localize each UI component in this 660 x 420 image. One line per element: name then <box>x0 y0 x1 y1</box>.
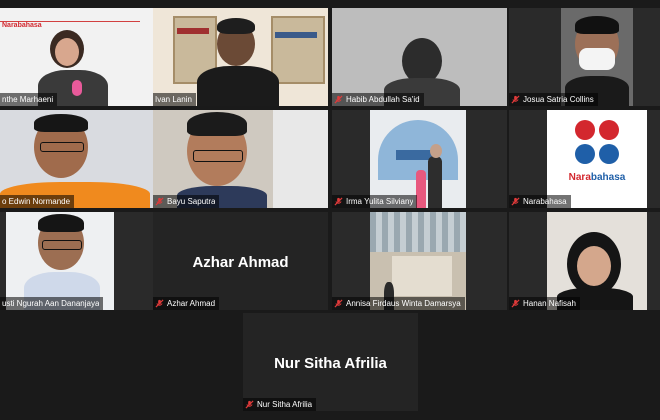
participant-video <box>0 212 175 310</box>
participant-tile-hanan-nafisah[interactable]: Hanan Nafisah <box>509 212 660 310</box>
mic-muted-icon <box>155 197 164 206</box>
participant-nameplate: o Edwin Normande <box>0 195 75 208</box>
participant-name: o Edwin Normande <box>2 197 71 206</box>
participant-nameplate: Ivan Lanin <box>153 93 196 106</box>
participant-video <box>0 110 175 208</box>
participant-video <box>332 8 507 106</box>
participant-video <box>332 212 507 310</box>
participant-video <box>509 8 660 106</box>
mic-muted-icon <box>245 400 254 409</box>
participant-name: Annisa Firdaus Winta Damarsya <box>346 299 461 308</box>
participant-nameplate: Josua Satria Collins <box>509 93 598 106</box>
participant-name: usti Ngurah Aan Dananjaya <box>2 299 100 308</box>
mic-muted-icon <box>334 299 343 308</box>
participant-name: Irma Yulita Silviany <box>346 197 414 206</box>
participant-nameplate: nthe Marhaeni <box>0 93 58 106</box>
participant-tile-narabahasa[interactable]: Narabahasa Narabahasa <box>509 110 660 208</box>
participant-video: Narabahasa <box>509 110 660 208</box>
participant-name: nthe Marhaeni <box>2 95 54 104</box>
participant-name: Hanan Nafisah <box>523 299 576 308</box>
video-off-name: Azhar Ahmad <box>192 254 289 271</box>
participant-nameplate: usti Ngurah Aan Dananjaya <box>0 297 104 310</box>
participant-tile-josua-satria-collins[interactable]: Josua Satria Collins <box>509 8 660 106</box>
participant-video <box>509 212 660 310</box>
mic-muted-icon <box>155 299 164 308</box>
participant-nameplate: Azhar Ahmad <box>153 297 220 310</box>
video-off-name: Nur Sitha Afrilia <box>274 355 387 372</box>
participant-tile-annisa-firdaus[interactable]: Annisa Firdaus Winta Damarsya <box>332 212 507 310</box>
participant-video: Narabahasa <box>0 8 175 106</box>
mic-muted-icon <box>334 95 343 104</box>
participant-tile-bayu-saputra[interactable]: Bayu Saputra <box>153 110 328 208</box>
participant-nameplate: Irma Yulita Silviany <box>332 195 418 208</box>
participant-name: Habib Abdullah Sa'id <box>346 95 420 104</box>
mic-muted-icon <box>334 197 343 206</box>
participant-video <box>332 110 507 208</box>
narabahasa-banner-text: Narabahasa <box>2 22 42 29</box>
mic-muted-icon <box>511 95 520 104</box>
participant-tile-nur-sitha-afrilia[interactable]: Nur Sitha Afrilia Nur Sitha Afrilia <box>243 313 418 411</box>
participant-tile-irma-yulita-silviany[interactable]: Irma Yulita Silviany <box>332 110 507 208</box>
participant-tile-ivan-lanin[interactable]: Ivan Lanin <box>153 8 328 106</box>
participant-tile-gusti-ngurah-aan-dananjaya[interactable]: usti Ngurah Aan Dananjaya <box>0 212 175 310</box>
participant-tile-edwin-normande[interactable]: o Edwin Normande <box>0 110 175 208</box>
participant-name: Josua Satria Collins <box>523 95 594 104</box>
narabahasa-logo: Narabahasa <box>547 110 647 208</box>
participant-nameplate: Hanan Nafisah <box>509 297 580 310</box>
participant-nameplate: Annisa Firdaus Winta Damarsya <box>332 297 465 310</box>
participant-tile-ruthe-marhaeni[interactable]: Narabahasa nthe Marhaeni <box>0 8 175 106</box>
participant-nameplate: Narabahasa <box>509 195 571 208</box>
participant-name: Narabahasa <box>523 197 567 206</box>
participant-nameplate: Nur Sitha Afrilia <box>243 398 317 411</box>
participant-name: Nur Sitha Afrilia <box>257 400 313 409</box>
participant-tile-azhar-ahmad[interactable]: Azhar Ahmad Azhar Ahmad <box>153 212 328 310</box>
mic-muted-icon <box>511 299 520 308</box>
participant-name: Bayu Saputra <box>167 197 216 206</box>
participant-video <box>153 110 328 208</box>
participant-name: Ivan Lanin <box>155 95 192 104</box>
participant-nameplate: Bayu Saputra <box>153 195 220 208</box>
participant-video <box>153 8 328 106</box>
mic-muted-icon <box>511 197 520 206</box>
participant-name: Azhar Ahmad <box>167 299 216 308</box>
participant-nameplate: Habib Abdullah Sa'id <box>332 93 424 106</box>
participant-tile-habib-abdullah-said[interactable]: Habib Abdullah Sa'id <box>332 8 507 106</box>
